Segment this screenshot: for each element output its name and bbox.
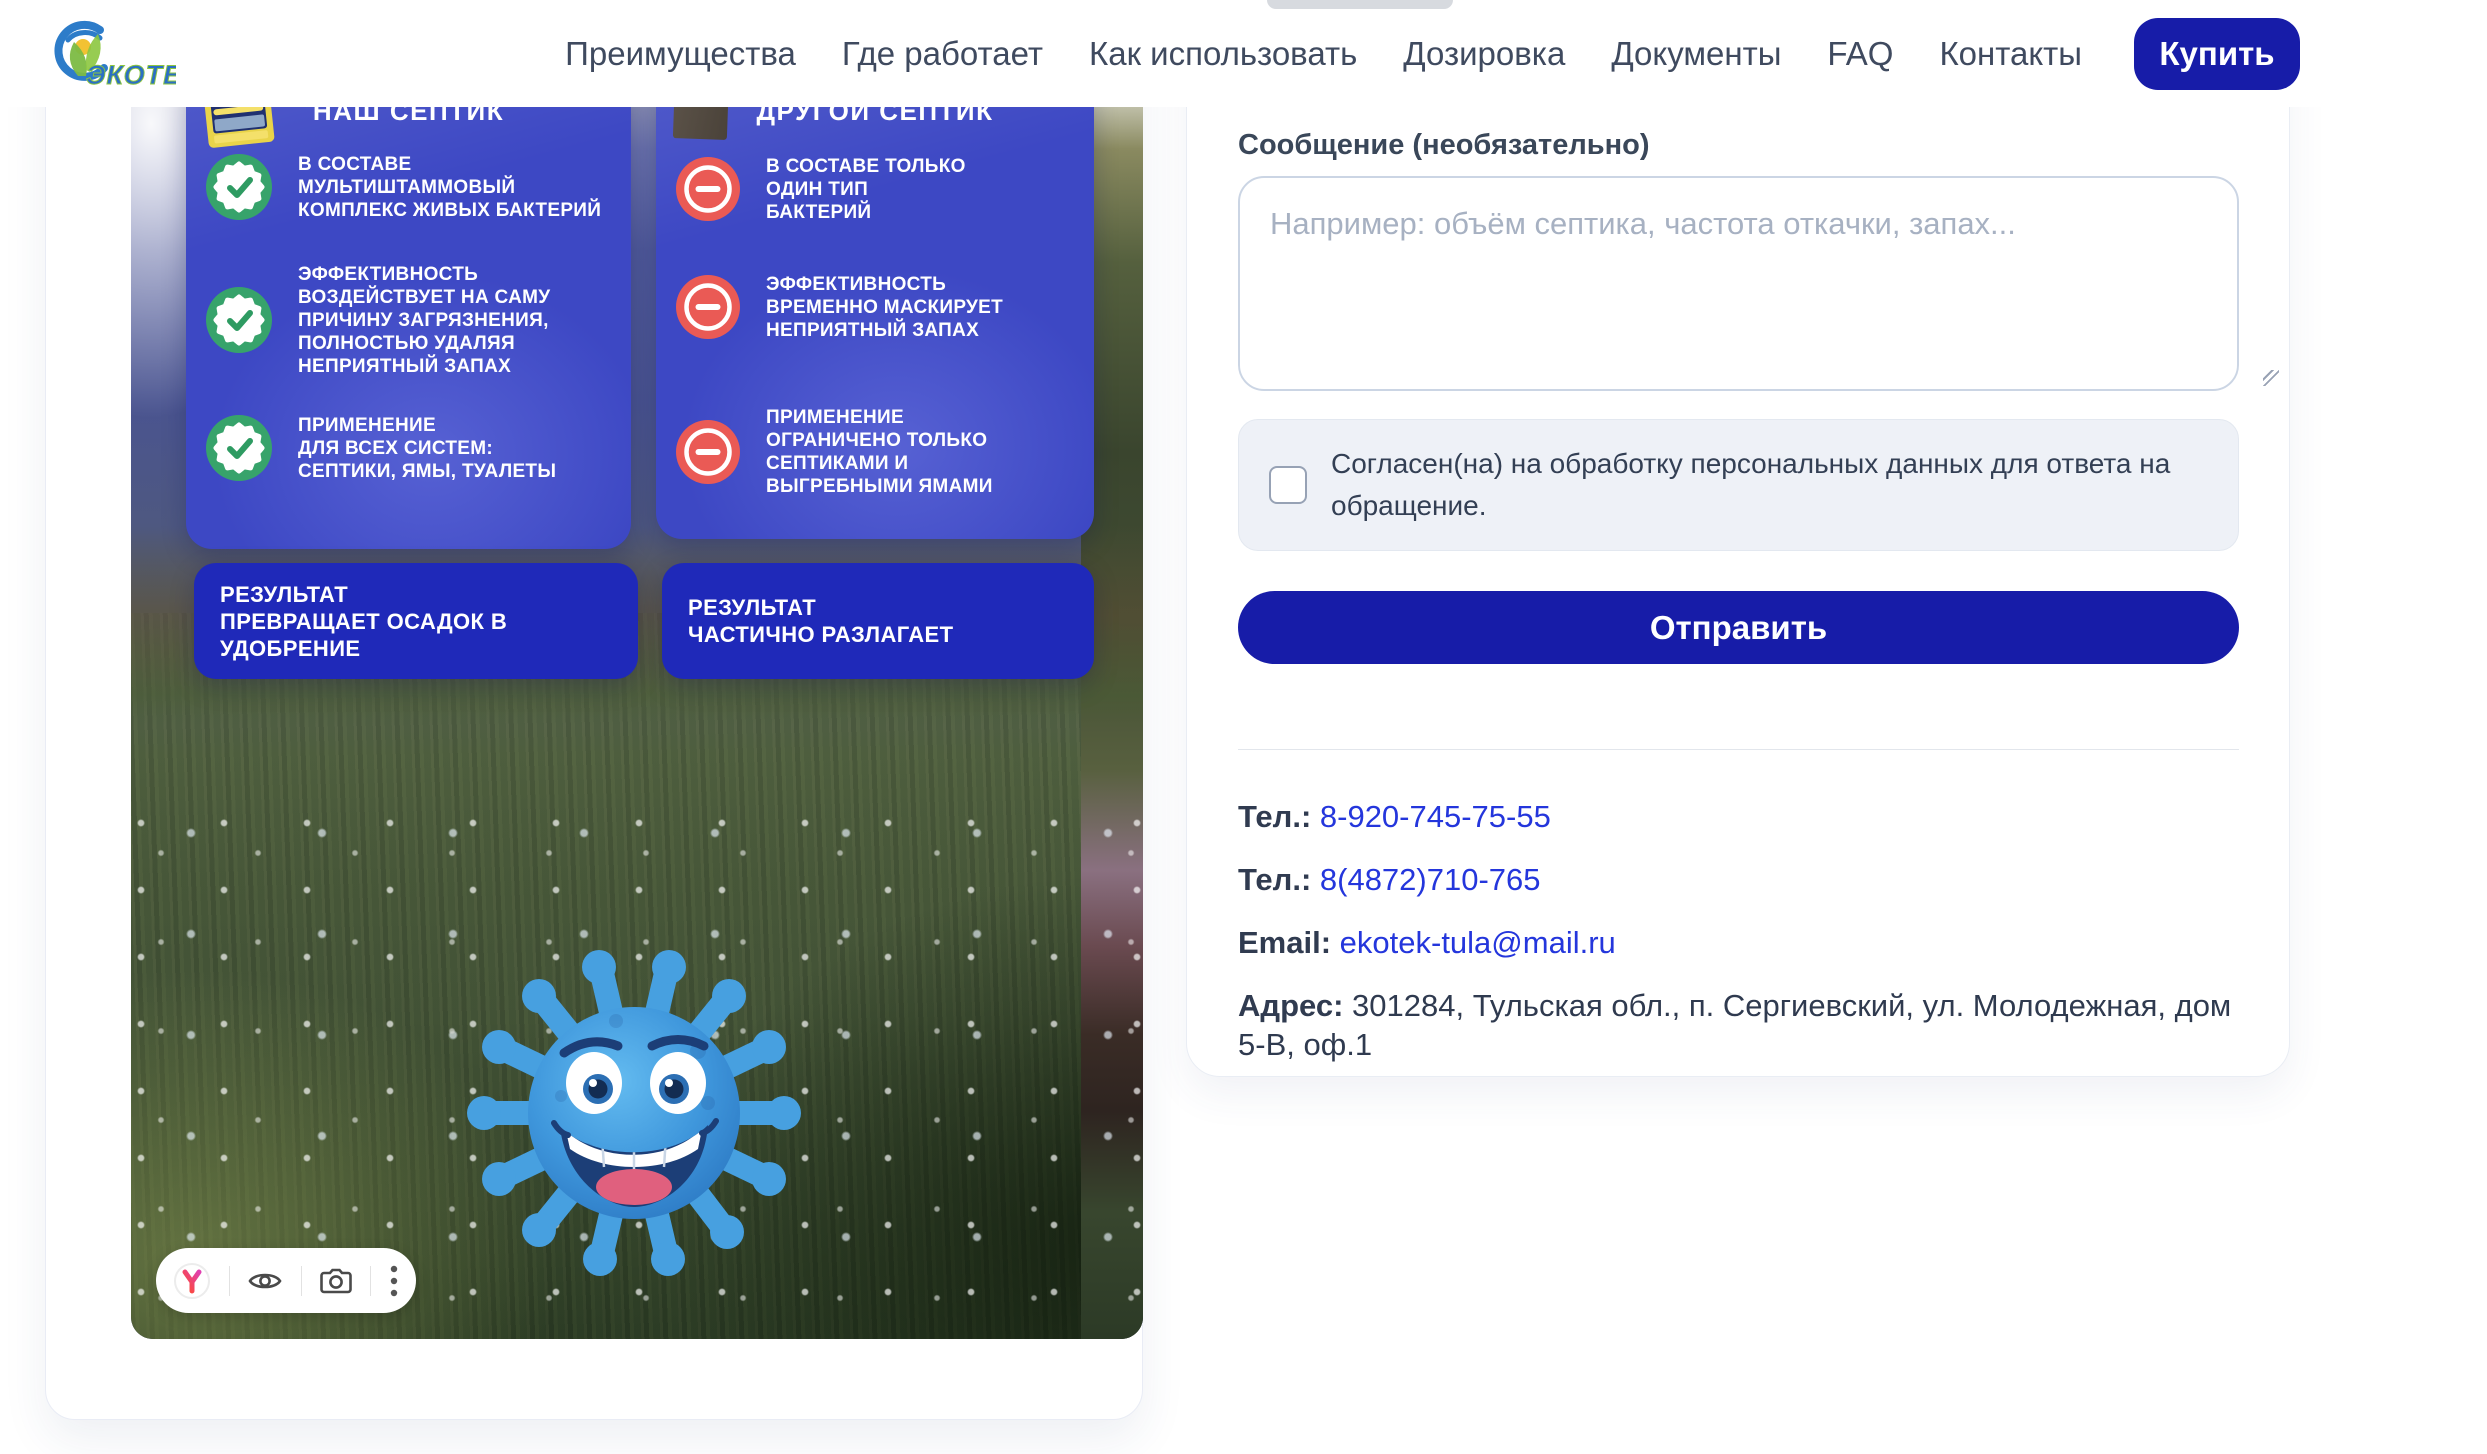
divider <box>1238 749 2239 750</box>
email-row: Email: ekotek-tula@mail.ru <box>1238 923 2239 962</box>
email-link[interactable]: ekotek-tula@mail.ru <box>1340 925 1616 960</box>
logo[interactable]: ЭКОТЕК <box>48 14 176 94</box>
address-row: Адрес: 301284, Тульская обл., п. Сергиев… <box>1238 986 2239 1064</box>
buy-button[interactable]: Купить <box>2134 18 2300 90</box>
minus-circle-icon <box>676 157 740 221</box>
image-action-toolbar <box>156 1248 416 1313</box>
check-badge-icon <box>206 154 272 220</box>
nav-documents[interactable]: Документы <box>1611 35 1781 73</box>
nav-how-to-use[interactable]: Как использовать <box>1089 35 1357 73</box>
submit-button[interactable]: Отправить <box>1238 591 2239 664</box>
nav-where-works[interactable]: Где работает <box>842 35 1043 73</box>
phone-row-2: Тел.: 8(4872)710-765 <box>1238 860 2239 899</box>
our-item-1-text: В СОСТАВЕ МУЛЬТИШТАММОВЫЙ КОМПЛЕКС ЖИВЫХ… <box>298 153 617 222</box>
other-item-3-text: ПРИМЕНЕНИЕ ОГРАНИЧЕНО ТОЛЬКО СЕПТИКАМИ И… <box>766 406 993 498</box>
comparison-image-card: СЕПТИК+ НАШ СЕПТИК В СОСТАВЕ МУЛЬТИШТАММ… <box>45 0 1143 1420</box>
other-item-1: В СОСТАВЕ ТОЛЬКО ОДИН ТИП БАКТЕРИЙ <box>676 154 1080 224</box>
check-badge-icon <box>206 287 272 353</box>
minus-circle-icon <box>676 420 740 484</box>
consent-checkbox[interactable] <box>1269 466 1307 504</box>
site-header: ЭКОТЕК Преимущества Где работает Как исп… <box>0 0 2487 107</box>
svg-text:ЭКОТЕК: ЭКОТЕК <box>86 60 176 90</box>
our-item-2: ЭФФЕКТИВНОСТЬ ВОЗДЕЙСТВУЕТ НА САМУ ПРИЧИ… <box>206 262 617 378</box>
nav-faq[interactable]: FAQ <box>1827 35 1893 73</box>
contact-form-card: Сообщение (необязательно) Согласен(на) н… <box>1186 0 2290 1077</box>
message-label: Сообщение (необязательно) <box>1238 129 2239 162</box>
our-result-banner: РЕЗУЛЬТАТ ПРЕВРАЩАЕТ ОСАДОК В УДОБРЕНИЕ <box>194 563 638 679</box>
consent-panel: Согласен(на) на обработку персональных д… <box>1238 419 2239 551</box>
toolbar-divider <box>301 1266 302 1296</box>
toolbar-divider <box>229 1266 230 1296</box>
other-item-2: ЭФФЕКТИВНОСТЬ ВРЕМЕННО МАСКИРУЕТ НЕПРИЯТ… <box>676 272 1080 342</box>
address-label: Адрес: <box>1238 988 1343 1023</box>
address-value: 301284, Тульская обл., п. Сергиевский, у… <box>1238 988 2231 1062</box>
our-septic-card: НАШ СЕПТИК В СОСТАВЕ МУЛЬТИШТАММОВЫЙ КОМ… <box>186 76 631 549</box>
cut-off-field-fragment <box>1267 0 1453 9</box>
nav-contacts[interactable]: Контакты <box>1939 35 2082 73</box>
eye-icon[interactable] <box>248 1269 282 1293</box>
other-item-2-text: ЭФФЕКТИВНОСТЬ ВРЕМЕННО МАСКИРУЕТ НЕПРИЯТ… <box>766 273 1003 342</box>
phone-label: Тел.: <box>1238 862 1311 897</box>
other-item-1-text: В СОСТАВЕ ТОЛЬКО ОДИН ТИП БАКТЕРИЙ <box>766 155 966 224</box>
toolbar-divider <box>370 1266 371 1296</box>
other-septic-card: ДРУГОЙ СЕПТИК В СОСТАВЕ ТОЛЬКО ОДИН ТИП … <box>656 76 1094 539</box>
contacts-block: Тел.: 8-920-745-75-55 Тел.: 8(4872)710-7… <box>1238 797 2239 1064</box>
yandex-browser-icon[interactable] <box>174 1263 210 1299</box>
page: СЕПТИК+ НАШ СЕПТИК В СОСТАВЕ МУЛЬТИШТАММ… <box>0 0 2487 1454</box>
comparison-photo: СЕПТИК+ НАШ СЕПТИК В СОСТАВЕ МУЛЬТИШТАММ… <box>131 73 1143 1339</box>
phone-label: Тел.: <box>1238 799 1311 834</box>
bacteria-mascot <box>466 921 806 1311</box>
minus-circle-icon <box>676 275 740 339</box>
our-item-3: ПРИМЕНЕНИЕ ДЛЯ ВСЕХ СИСТЕМ: СЕПТИКИ, ЯМЫ… <box>206 412 617 484</box>
main-nav: Преимущества Где работает Как использова… <box>565 18 2300 90</box>
email-label: Email: <box>1238 925 1331 960</box>
textarea-resize-handle[interactable] <box>2263 370 2279 386</box>
message-textarea[interactable] <box>1238 176 2239 391</box>
consent-text: Согласен(на) на обработку персональных д… <box>1331 443 2208 527</box>
other-result-banner: РЕЗУЛЬТАТ ЧАСТИЧНО РАЗЛАГАЕТ <box>662 563 1094 679</box>
other-item-3: ПРИМЕНЕНИЕ ОГРАНИЧЕНО ТОЛЬКО СЕПТИКАМИ И… <box>676 406 1080 498</box>
kebab-menu-icon[interactable] <box>390 1265 398 1297</box>
camera-search-icon[interactable] <box>320 1267 352 1295</box>
ekotek-logo-icon: ЭКОТЕК <box>48 14 176 94</box>
our-item-1: В СОСТАВЕ МУЛЬТИШТАММОВЫЙ КОМПЛЕКС ЖИВЫХ… <box>206 152 617 222</box>
phone-row-1: Тел.: 8-920-745-75-55 <box>1238 797 2239 836</box>
check-badge-icon <box>206 415 272 481</box>
our-item-3-text: ПРИМЕНЕНИЕ ДЛЯ ВСЕХ СИСТЕМ: СЕПТИКИ, ЯМЫ… <box>298 414 556 483</box>
nav-advantages[interactable]: Преимущества <box>565 35 796 73</box>
our-item-2-text: ЭФФЕКТИВНОСТЬ ВОЗДЕЙСТВУЕТ НА САМУ ПРИЧИ… <box>298 263 550 378</box>
phone-link-1[interactable]: 8-920-745-75-55 <box>1320 799 1551 834</box>
phone-link-2[interactable]: 8(4872)710-765 <box>1320 862 1541 897</box>
nav-dosage[interactable]: Дозировка <box>1403 35 1565 73</box>
